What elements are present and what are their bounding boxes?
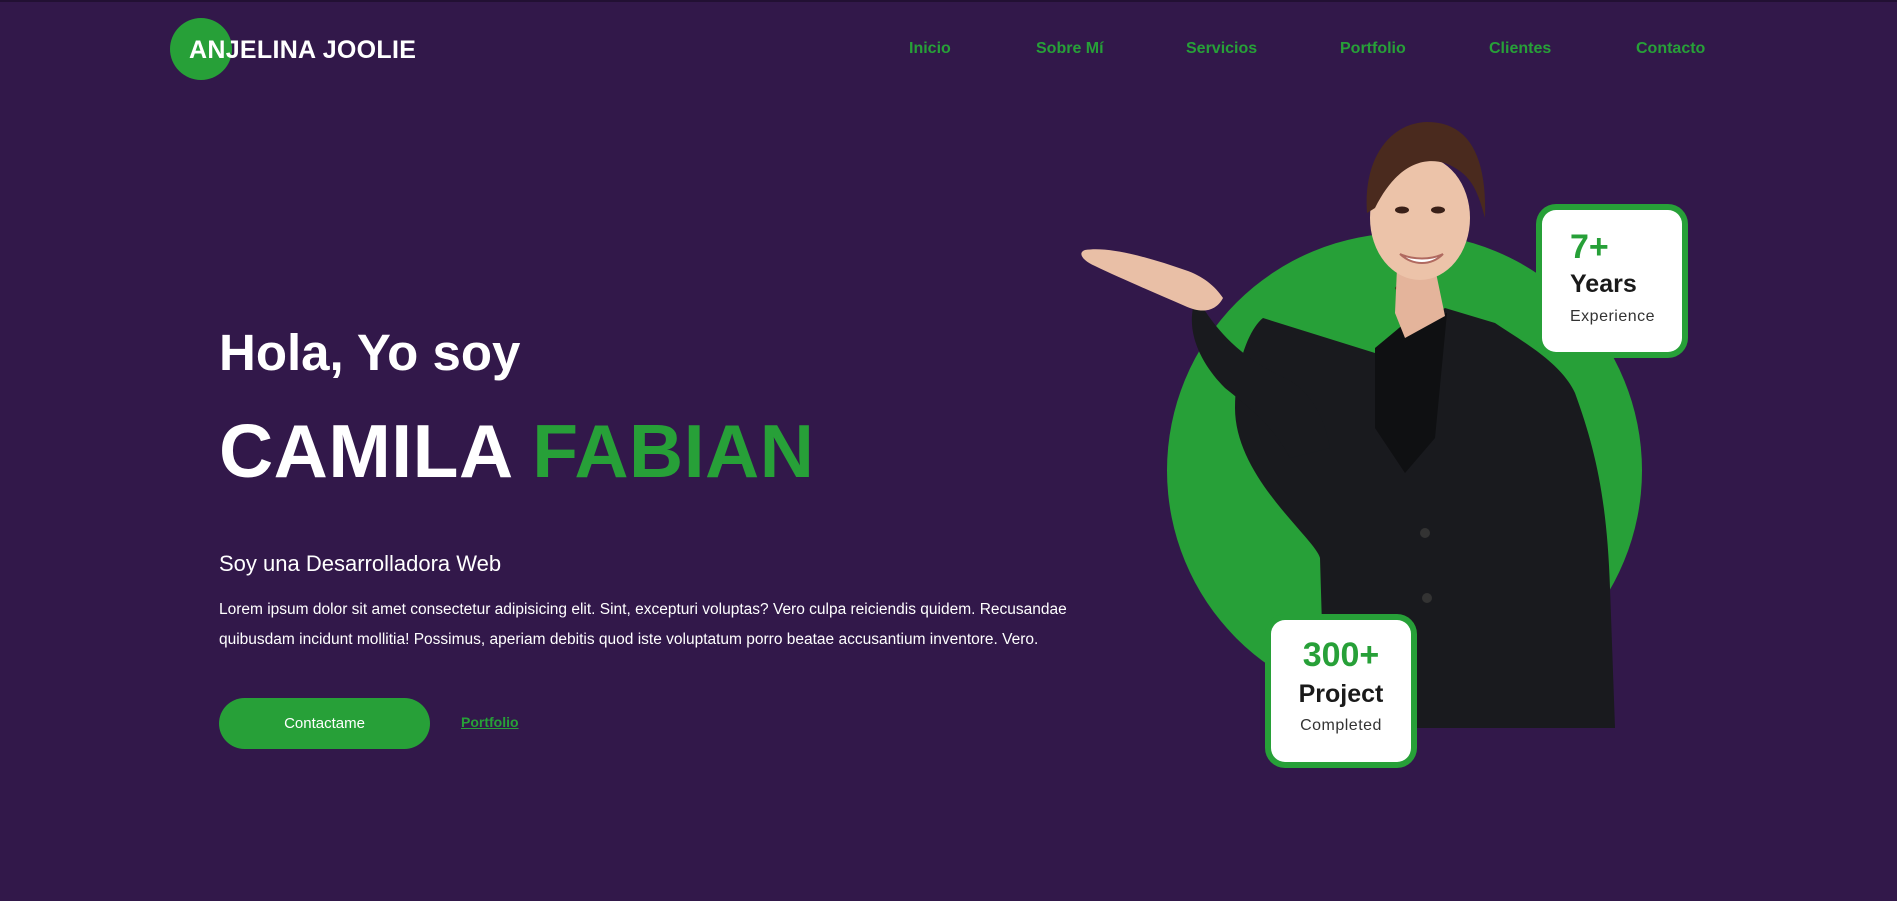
stat-years-number: 7+: [1570, 228, 1609, 266]
main-nav: Inicio Sobre Mí Servicios Portfolio Clie…: [0, 40, 1897, 62]
portfolio-link[interactable]: Portfolio: [461, 714, 519, 730]
nav-item-portfolio[interactable]: Portfolio: [1340, 40, 1406, 58]
hero-last-name: FABIAN: [532, 409, 815, 493]
stat-projects-sub: Completed: [1300, 717, 1382, 734]
stat-projects-number: 300+: [1302, 636, 1380, 674]
stat-years-label: Years: [1570, 270, 1637, 298]
hero-role: Soy una Desarrolladora Web: [219, 551, 502, 576]
nav-item-clientes[interactable]: Clientes: [1489, 40, 1551, 58]
nav-item-contacto[interactable]: Contacto: [1636, 40, 1705, 58]
nav-item-inicio[interactable]: Inicio: [909, 40, 951, 58]
stat-years-sub: Experience: [1570, 308, 1656, 325]
hero-greeting: Hola, Yo soy: [219, 324, 521, 381]
hero-description: Lorem ipsum dolor sit amet consectetur a…: [219, 601, 1067, 648]
hero-first-name: CAMILA: [219, 409, 511, 493]
stat-projects-label: Project: [1298, 680, 1384, 708]
top-border: [0, 0, 1897, 2]
stat-card-years: 7+ Years Experience: [1542, 210, 1682, 352]
stat-card-projects: 300+ Project Completed: [1271, 620, 1411, 762]
nav-item-servicios[interactable]: Servicios: [1186, 40, 1257, 58]
hero-name: CAMILA FABIAN: [219, 408, 814, 494]
nav-item-sobre-mi[interactable]: Sobre Mí: [1036, 40, 1104, 58]
contact-button[interactable]: Contactame: [219, 698, 430, 749]
